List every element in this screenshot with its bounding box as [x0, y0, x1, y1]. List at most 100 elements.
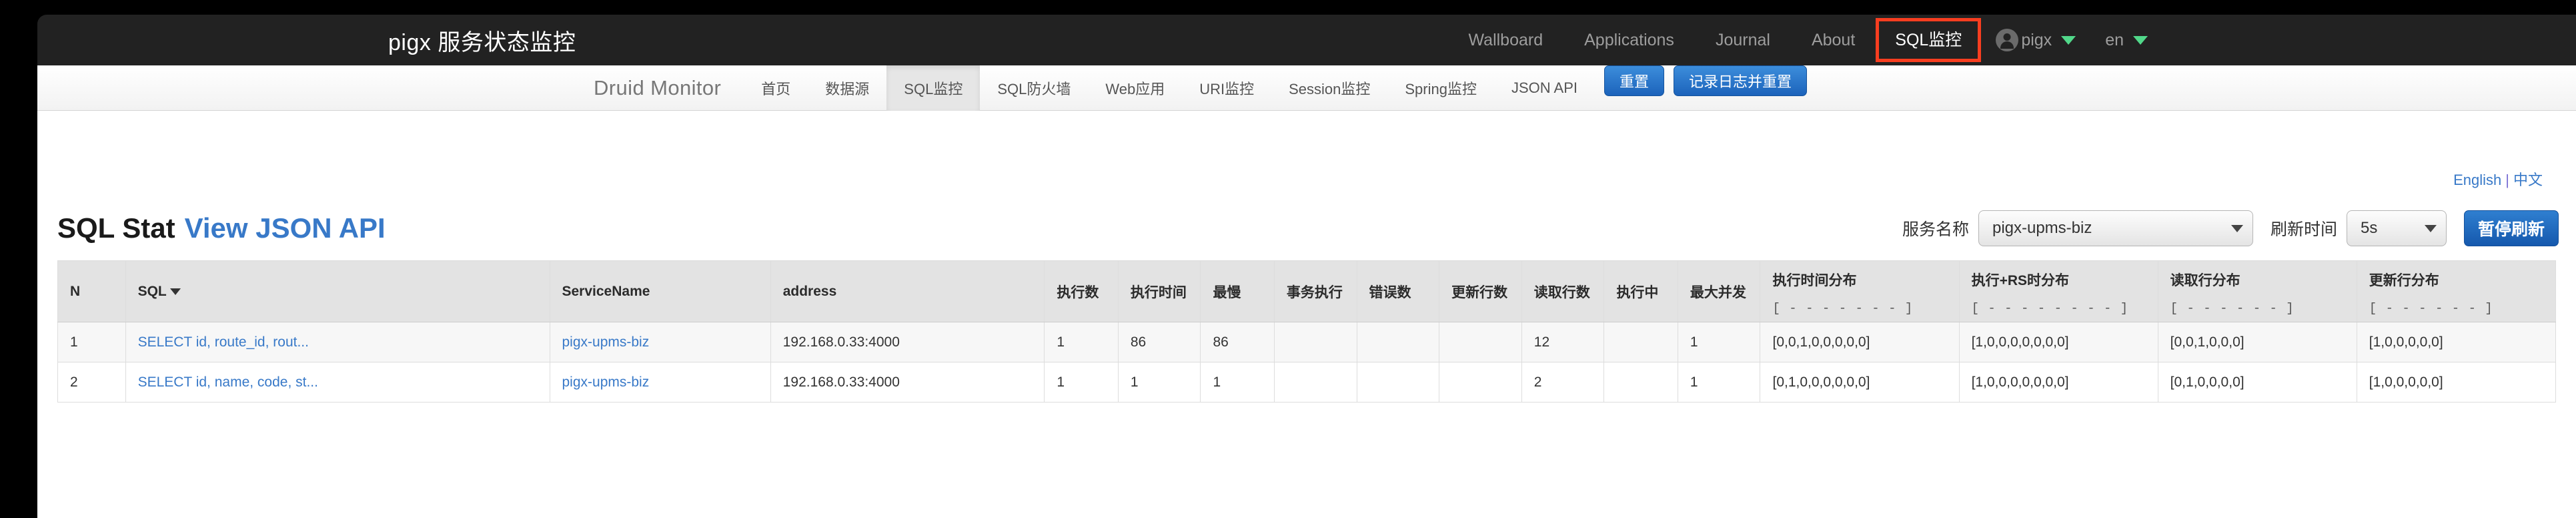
cell-max-concurrent: 1 — [1677, 362, 1761, 403]
col-header-running[interactable]: 执行中 — [1603, 260, 1678, 322]
main-content: English | 中文 SQL Stat View JSON API 服务名称 pi… — [37, 111, 2576, 518]
user-menu[interactable]: pigx — [1981, 29, 2090, 51]
cell-servicename-link[interactable]: pigx-upms-biz — [562, 334, 650, 350]
cell-error-count — [1356, 322, 1440, 362]
cell-exec-time-dist: [0,1,0,0,0,0,0,0] — [1760, 362, 1960, 403]
col-header-update-row-dist-pattern: [ - - - - - - ] — [2369, 301, 2493, 316]
col-header-exec-rs-dist-pattern: [ - - - - - - - - ] — [1971, 301, 2129, 316]
druid-tab-uri-monitor[interactable]: URI监控 — [1182, 65, 1271, 111]
cell-update-row-dist: [1,0,0,0,0,0] — [2356, 322, 2557, 362]
chevron-down-icon — [2133, 35, 2148, 45]
druid-tab-datasource[interactable]: 数据源 — [808, 65, 886, 111]
druid-tab-json-api[interactable]: JSON API — [1494, 65, 1595, 111]
col-header-exec-time-dist-pattern: [ - - - - - - - ] — [1772, 301, 1914, 316]
refresh-interval-label: 刷新时间 — [2270, 220, 2337, 239]
cell-read-rows: 2 — [1521, 362, 1605, 403]
col-header-exec-time-dist-label: 执行时间分布 — [1772, 273, 1857, 288]
table-row: 1 SELECT id, route_id, rout... pigx-upms… — [57, 322, 2557, 362]
pause-refresh-button[interactable]: 暂停刷新 — [2463, 210, 2559, 246]
cell-servicename[interactable]: pigx-upms-biz — [549, 322, 771, 362]
druid-tab-session-monitor[interactable]: Session监控 — [1271, 65, 1387, 111]
druid-tab-home[interactable]: 首页 — [744, 65, 808, 111]
col-header-servicename[interactable]: ServiceName — [549, 260, 771, 322]
cell-running — [1603, 362, 1678, 403]
chevron-down-icon — [2061, 35, 2076, 45]
refresh-interval-select[interactable]: 5s — [2346, 210, 2447, 246]
sql-stat-table-wrapper: N SQL ServiceName address 执行数 执行时间 最慢 事务… — [57, 260, 2557, 403]
top-nav-links: Wallboard Applications Journal About SQL… — [1448, 15, 2576, 65]
druid-tab-spring-monitor[interactable]: Spring监控 — [1387, 65, 1494, 111]
stat-header: SQL Stat View JSON API 服务名称 pigx-upms-biz… — [37, 202, 2576, 255]
cell-sql-link[interactable]: SELECT id, route_id, rout... — [138, 334, 309, 350]
col-header-n[interactable]: N — [57, 260, 126, 322]
col-header-address[interactable]: address — [770, 260, 1045, 322]
page-title-text: SQL Stat — [57, 212, 175, 244]
col-header-max-concurrent[interactable]: 最大并发 — [1677, 260, 1761, 322]
col-header-exec-time[interactable]: 执行时间 — [1117, 260, 1201, 322]
link-english[interactable]: English — [2453, 172, 2501, 188]
cell-update-row-dist: [1,0,0,0,0,0] — [2356, 362, 2557, 403]
col-header-exec-time-dist[interactable]: 执行时间分布 [ - - - - - - - ] — [1760, 260, 1960, 322]
cell-read-row-dist: [0,0,1,0,0,0] — [2157, 322, 2357, 362]
sort-descending-icon — [169, 288, 181, 295]
language-links: English | 中文 — [2453, 168, 2543, 190]
col-header-error-count[interactable]: 错误数 — [1356, 260, 1440, 322]
nav-item-applications[interactable]: Applications — [1563, 15, 1695, 65]
stat-controls: 服务名称 pigx-upms-biz 刷新时间 5s 暂停刷新 — [1902, 210, 2559, 246]
table-row: 2 SELECT id, name, code, st... pigx-upms… — [57, 362, 2557, 403]
col-header-exec-rs-dist[interactable]: 执行+RS时分布 [ - - - - - - - - ] — [1958, 260, 2158, 322]
chevron-down-icon — [2230, 224, 2243, 232]
nav-item-wallboard[interactable]: Wallboard — [1448, 15, 1564, 65]
nav-item-sql-monitor[interactable]: SQL监控 — [1876, 18, 1982, 62]
cell-address: 192.168.0.33:4000 — [770, 322, 1045, 362]
view-json-api-link[interactable]: View JSON API — [185, 212, 386, 244]
table-header-row: N SQL ServiceName address 执行数 执行时间 最慢 事务… — [57, 260, 2557, 322]
cell-n: 2 — [57, 362, 126, 403]
nav-item-journal[interactable]: Journal — [1695, 15, 1791, 65]
cell-slowest: 86 — [1200, 322, 1275, 362]
cell-sql-link[interactable]: SELECT id, name, code, st... — [138, 374, 318, 390]
language-menu[interactable]: en — [2090, 31, 2162, 50]
druid-tab-sql-firewall[interactable]: SQL防火墙 — [980, 65, 1088, 111]
col-header-update-rows[interactable]: 更新行数 — [1439, 260, 1522, 322]
col-header-read-row-dist[interactable]: 读取行分布 [ - - - - - - ] — [2157, 260, 2357, 322]
col-header-read-row-dist-label: 读取行分布 — [2170, 273, 2240, 288]
col-header-slowest[interactable]: 最慢 — [1200, 260, 1275, 322]
language-separator: | — [2505, 172, 2509, 188]
col-header-tx-exec[interactable]: 事务执行 — [1273, 260, 1357, 322]
druid-brand: Druid Monitor — [594, 75, 722, 99]
col-header-exec-count[interactable]: 执行数 — [1044, 260, 1119, 322]
cell-sql[interactable]: SELECT id, route_id, rout... — [125, 322, 550, 362]
service-name-label: 服务名称 — [1902, 220, 1969, 239]
nav-item-about[interactable]: About — [1791, 15, 1876, 65]
col-header-update-row-dist-label: 更新行分布 — [2369, 273, 2439, 288]
link-chinese[interactable]: 中文 — [2513, 172, 2543, 188]
service-name-value: pigx-upms-biz — [1992, 219, 2092, 237]
cell-servicename[interactable]: pigx-upms-biz — [549, 362, 771, 403]
top-navbar: pigx 服务状态监控 Wallboard Applications Journ… — [37, 15, 2576, 65]
cell-slowest: 1 — [1200, 362, 1275, 403]
cell-error-count — [1356, 362, 1440, 403]
language-value: en — [2105, 30, 2124, 49]
reset-button[interactable]: 重置 — [1604, 65, 1665, 96]
app-title: pigx 服务状态监控 — [388, 29, 576, 55]
col-header-sql[interactable]: SQL — [125, 260, 550, 322]
cell-update-rows — [1439, 322, 1522, 362]
user-name: pigx — [2021, 30, 2052, 49]
col-header-read-rows[interactable]: 读取行数 — [1521, 260, 1605, 322]
druid-tab-web-app[interactable]: Web应用 — [1088, 65, 1182, 111]
druid-tab-sql-monitor[interactable]: SQL监控 — [886, 65, 981, 111]
cell-exec-rs-dist: [1,0,0,0,0,0,0,0] — [1958, 362, 2158, 403]
chevron-down-icon — [2424, 224, 2437, 232]
log-and-reset-button[interactable]: 记录日志并重置 — [1674, 65, 1808, 96]
cell-exec-time-dist: [0,0,1,0,0,0,0,0] — [1760, 322, 1960, 362]
druid-nav-links: 首页 数据源 SQL监控 SQL防火墙 Web应用 URI监控 Session监… — [744, 65, 1808, 111]
service-name-select[interactable]: pigx-upms-biz — [1978, 210, 2253, 246]
col-header-update-row-dist[interactable]: 更新行分布 [ - - - - - - ] — [2356, 260, 2557, 322]
col-header-sql-label: SQL — [137, 283, 167, 299]
cell-exec-count: 1 — [1044, 362, 1119, 403]
cell-max-concurrent: 1 — [1677, 322, 1761, 362]
cell-servicename-link[interactable]: pigx-upms-biz — [562, 374, 650, 390]
cell-read-rows: 12 — [1521, 322, 1605, 362]
cell-sql[interactable]: SELECT id, name, code, st... — [125, 362, 550, 403]
